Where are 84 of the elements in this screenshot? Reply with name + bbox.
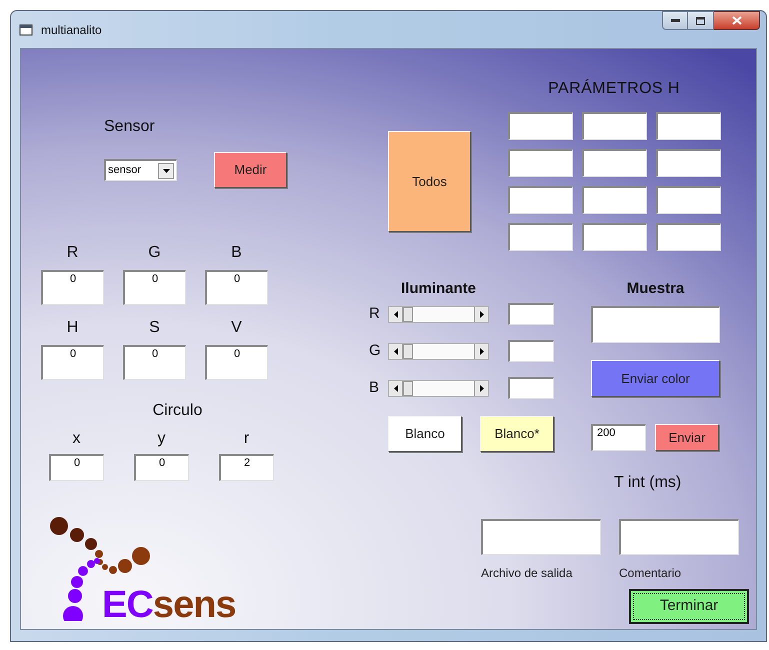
text-field[interactable]: 0 xyxy=(49,454,104,481)
parameter-field[interactable] xyxy=(656,149,721,177)
window-title: multianalito xyxy=(41,22,102,38)
section-title: Muestra xyxy=(626,279,684,299)
preset-button[interactable]: Blanco xyxy=(388,416,462,452)
left-arrow-icon xyxy=(394,348,398,354)
channel-label: G xyxy=(369,340,382,361)
text-field[interactable]: 0 xyxy=(123,270,186,305)
minimize-button[interactable] xyxy=(662,11,688,30)
field-label: H xyxy=(66,318,78,338)
all-button[interactable]: Todos xyxy=(388,131,471,232)
text-field[interactable] xyxy=(508,377,554,399)
scrollbar-thumb[interactable] xyxy=(403,344,413,358)
parameter-field[interactable] xyxy=(508,186,573,214)
field-label: B xyxy=(231,243,242,263)
parameter-field[interactable] xyxy=(582,186,647,214)
horizontal-scrollbar[interactable] xyxy=(388,342,489,360)
scroll-left-button[interactable] xyxy=(389,306,403,322)
finish-button[interactable]: Terminar xyxy=(629,589,749,624)
right-arrow-icon xyxy=(480,310,484,318)
parameter-field[interactable] xyxy=(656,112,721,140)
sample-field[interactable] xyxy=(591,306,720,343)
left-arrow-icon xyxy=(394,310,398,318)
horizontal-scrollbar[interactable] xyxy=(388,380,489,396)
parameter-field[interactable] xyxy=(508,223,573,251)
text-field[interactable]: 2 xyxy=(219,454,274,481)
text-field[interactable] xyxy=(508,303,554,325)
scroll-right-button[interactable] xyxy=(474,380,488,396)
field-caption: Comentario xyxy=(619,565,682,581)
logo-text: ECsens xyxy=(102,585,236,625)
scrollbar-thumb[interactable] xyxy=(403,380,413,396)
text-field[interactable] xyxy=(619,519,739,555)
field-label: R xyxy=(66,243,78,263)
text-field[interactable] xyxy=(481,519,601,555)
close-button[interactable] xyxy=(714,11,760,30)
scroll-left-button[interactable] xyxy=(389,380,403,396)
field-label: r xyxy=(244,429,250,449)
field-label: S xyxy=(149,318,160,338)
maximize-icon xyxy=(696,16,705,24)
parameter-field[interactable] xyxy=(656,223,721,251)
channel-label: R xyxy=(369,304,381,324)
text-field[interactable]: 0 xyxy=(134,454,189,481)
parameter-field[interactable] xyxy=(508,112,573,140)
integration-time-field[interactable]: 200 xyxy=(591,424,646,451)
scroll-right-button[interactable] xyxy=(474,344,488,358)
scroll-right-button[interactable] xyxy=(474,306,488,322)
minimize-icon xyxy=(670,19,680,22)
field-label: PARÁMETROS H xyxy=(548,78,680,99)
measure-button[interactable]: Medir xyxy=(214,152,287,188)
dropdown-arrow-icon xyxy=(162,168,170,172)
field-label: V xyxy=(231,318,242,338)
field-label: G xyxy=(148,243,161,263)
text-field[interactable]: 0 xyxy=(41,270,104,305)
window-app-icon xyxy=(19,24,33,36)
send-color-button[interactable]: Enviar color xyxy=(591,360,720,397)
preset-button[interactable]: Blanco* xyxy=(480,416,554,452)
close-icon xyxy=(732,16,742,25)
field-label: x xyxy=(72,429,80,449)
horizontal-scrollbar[interactable] xyxy=(388,306,489,322)
sensor-dropdown[interactable]: sensor xyxy=(104,159,177,181)
section-title: Iluminante xyxy=(400,279,476,299)
channel-label: B xyxy=(369,378,380,398)
text-field[interactable] xyxy=(508,340,554,362)
field-label: Sensor xyxy=(104,118,155,135)
maximize-button[interactable] xyxy=(688,11,714,30)
field-label: T int (ms) xyxy=(614,474,682,491)
text-field[interactable]: 0 xyxy=(205,345,268,380)
parameter-field[interactable] xyxy=(582,223,647,251)
field-label: y xyxy=(158,429,166,449)
right-arrow-icon xyxy=(480,348,484,354)
send-button[interactable]: Enviar xyxy=(655,424,719,451)
parameter-field[interactable] xyxy=(656,186,721,214)
text-field[interactable]: 0 xyxy=(205,270,268,305)
right-arrow-icon xyxy=(480,384,484,392)
parameter-field[interactable] xyxy=(582,112,647,140)
field-caption: Archivo de salida xyxy=(481,565,572,581)
text-field[interactable]: 0 xyxy=(41,345,104,380)
parameter-field[interactable] xyxy=(508,149,573,177)
scrollbar-thumb[interactable] xyxy=(403,306,413,322)
field-label: Circulo xyxy=(152,401,202,421)
left-arrow-icon xyxy=(394,384,398,392)
parameter-field[interactable] xyxy=(582,149,647,177)
text-field[interactable]: 0 xyxy=(123,345,186,380)
scroll-left-button[interactable] xyxy=(389,344,403,358)
